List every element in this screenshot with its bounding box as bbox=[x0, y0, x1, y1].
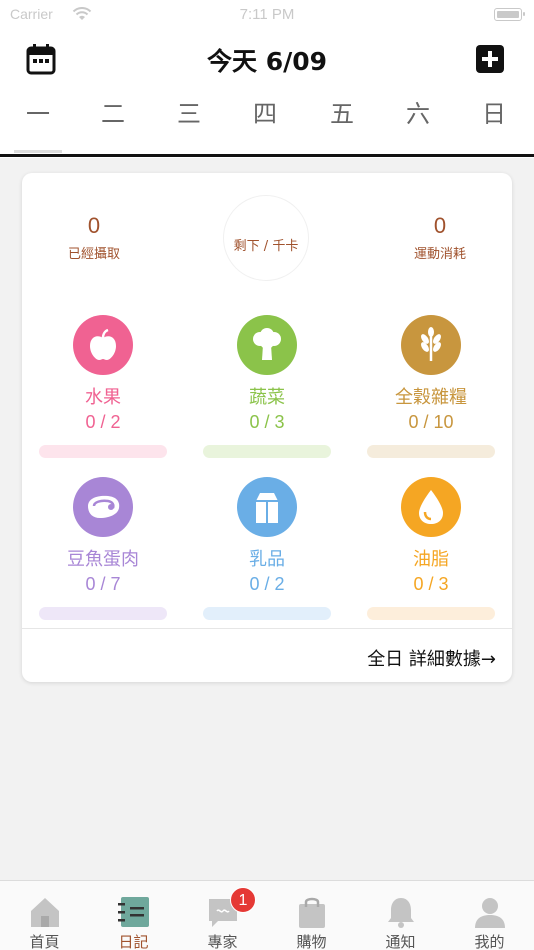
food-progress-bar bbox=[203, 607, 331, 620]
tab-shopping[interactable]: 購物 bbox=[267, 881, 356, 950]
food-count: 0 / 3 bbox=[249, 412, 285, 432]
food-progress-bar bbox=[39, 607, 167, 620]
tab-label: 首頁 bbox=[29, 933, 60, 950]
food-name: 豆魚蛋肉 bbox=[67, 549, 139, 570]
day-tab-thu[interactable]: 四 bbox=[235, 94, 295, 129]
oil-drop-icon bbox=[401, 477, 461, 537]
food-group-vegetable[interactable]: 蔬菜 0 / 3 bbox=[202, 315, 332, 458]
apple-icon bbox=[73, 315, 133, 375]
day-tab-sun[interactable]: 日 bbox=[464, 94, 524, 129]
exercise-value: 0 bbox=[433, 213, 447, 238]
food-count: 0 / 2 bbox=[85, 412, 121, 432]
broccoli-icon bbox=[237, 315, 297, 375]
notification-badge: 1 bbox=[230, 887, 256, 913]
food-group-fruit[interactable]: 水果 0 / 2 bbox=[38, 315, 168, 458]
diary-icon bbox=[118, 897, 149, 927]
food-count: 0 / 2 bbox=[249, 574, 285, 594]
exercise-label: 運動消耗 bbox=[413, 247, 466, 262]
consumed-value: 0 bbox=[87, 213, 101, 238]
day-tab-mon[interactable]: 一 bbox=[8, 94, 68, 129]
food-group-oil[interactable]: 油脂 0 / 3 bbox=[366, 477, 496, 620]
wheat-icon bbox=[401, 315, 461, 375]
add-entry-button[interactable] bbox=[476, 45, 504, 73]
consumed-stat: 0 已經攝取 bbox=[24, 213, 164, 262]
remaining-stat: 剩下 / 千卡 bbox=[196, 231, 336, 254]
battery-icon bbox=[494, 8, 525, 21]
card-divider bbox=[22, 628, 512, 629]
tab-diary[interactable]: 日記 bbox=[89, 881, 178, 950]
exercise-stat: 0 運動消耗 bbox=[370, 213, 510, 262]
remaining-label: 剩下 / 千卡 bbox=[233, 239, 299, 254]
food-name: 乳品 bbox=[249, 549, 285, 570]
tab-label: 專家 bbox=[207, 933, 238, 950]
tab-label: 日記 bbox=[118, 933, 149, 950]
food-count: 0 / 10 bbox=[408, 412, 454, 432]
food-name: 全穀雜糧 bbox=[395, 387, 467, 408]
tab-home[interactable]: 首頁 bbox=[0, 881, 89, 950]
day-tab-sat[interactable]: 六 bbox=[388, 94, 448, 129]
food-group-grains[interactable]: 全穀雜糧 0 / 10 bbox=[366, 315, 496, 458]
food-group-protein[interactable]: 豆魚蛋肉 0 / 7 bbox=[38, 477, 168, 620]
tab-label: 我的 bbox=[474, 933, 505, 950]
food-progress-bar bbox=[367, 445, 495, 458]
food-progress-bar bbox=[203, 445, 331, 458]
selected-day-indicator bbox=[14, 150, 62, 153]
tab-label: 購物 bbox=[296, 933, 327, 950]
header-divider bbox=[0, 154, 534, 157]
food-name: 油脂 bbox=[413, 549, 449, 570]
food-progress-bar bbox=[39, 445, 167, 458]
page-title: 今天 6/09 bbox=[206, 47, 328, 76]
tab-expert[interactable]: 1 專家 bbox=[178, 881, 267, 950]
profile-icon bbox=[475, 898, 505, 928]
status-bar: Carrier 7:11 PM bbox=[0, 0, 534, 30]
nutrition-card: 0 已經攝取 剩下 / 千卡 0 運動消耗 水果 0 / 2 蔬菜 0 / 3 … bbox=[22, 173, 512, 682]
food-count: 0 / 3 bbox=[413, 574, 449, 594]
food-name: 水果 bbox=[85, 387, 121, 408]
tab-label: 通知 bbox=[385, 933, 416, 950]
meat-icon bbox=[73, 477, 133, 537]
food-group-dairy[interactable]: 乳品 0 / 2 bbox=[202, 477, 332, 620]
tab-profile[interactable]: 我的 bbox=[445, 881, 534, 950]
bottom-tab-bar: 首頁 日記 1 專家 購物 通知 我的 bbox=[0, 880, 534, 950]
food-name: 蔬菜 bbox=[249, 387, 285, 408]
day-tab-fri[interactable]: 五 bbox=[312, 94, 372, 129]
tab-notifications[interactable]: 通知 bbox=[356, 881, 445, 950]
day-tab-wed[interactable]: 三 bbox=[159, 94, 219, 129]
status-time: 7:11 PM bbox=[239, 6, 295, 23]
bell-icon bbox=[388, 898, 414, 928]
food-progress-bar bbox=[367, 607, 495, 620]
shopping-bag-icon bbox=[299, 897, 325, 928]
consumed-label: 已經攝取 bbox=[67, 247, 120, 262]
week-day-selector: 一 二 三 四 五 六 日 bbox=[0, 94, 534, 134]
top-area: Carrier 7:11 PM 今天 6/09 一 二 三 四 五 六 日 bbox=[0, 0, 534, 158]
day-tab-tue[interactable]: 二 bbox=[83, 94, 143, 129]
home-icon bbox=[31, 898, 59, 927]
milk-icon bbox=[237, 477, 297, 537]
food-count: 0 / 7 bbox=[85, 574, 121, 594]
daily-details-link[interactable]: 全日 詳細數據→ bbox=[367, 645, 496, 671]
